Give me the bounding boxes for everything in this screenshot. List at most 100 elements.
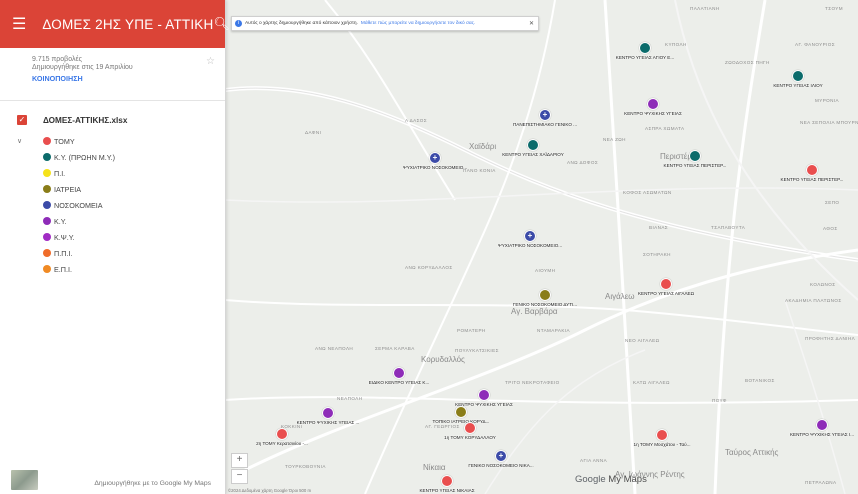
creator-notice: i Αυτός ο χάρτης δημιουργήθηκε από κάποι… <box>231 16 539 31</box>
map-marker-icon[interactable] <box>455 406 467 418</box>
legend-color-icon <box>43 169 51 177</box>
marker-label[interactable]: ΚΕΝΤΡΟ ΥΓΕΙΑΣ ΑΙΓΑΛΕΩ <box>638 291 694 296</box>
legend-color-icon <box>43 249 51 257</box>
marker-label[interactable]: ΚΕΝΤΡΟ ΨΥΧΙΚΗΣ ΥΓΕΙΑΣ ... <box>297 420 360 425</box>
marker-label[interactable]: ΓΕΝΙΚΟ ΝΟΣΟΚΟΜΕΙΟ ΝΙΚΑ... <box>468 463 533 468</box>
marker-label[interactable]: ΕΙΔΙΚΟ ΚΕΝΤΡΟ ΥΓΕΙΑΣ Κ... <box>369 380 430 385</box>
map-canvas[interactable]: ΧΡΥΣΟΥΠΟΛΗΠΑΛΑΤΙΑΝΗΤΣΟΥΜΚΥΠΟΛΗΑΓ. ΦΑΝΟΥΡ… <box>225 0 858 494</box>
place-label: ΣΕΡΜΑ ΚΑΡΑΒΑ <box>375 346 415 351</box>
map-marker-icon[interactable] <box>276 428 288 440</box>
marker-label[interactable]: ΚΕΝΤΡΟ ΥΓΕΙΑΣ ΠΕΡΙΣΤΕΡ... <box>781 177 844 182</box>
legend-label: Κ.Ψ.Υ. <box>54 232 75 242</box>
search-icon[interactable]: 🔍︎ <box>213 16 230 32</box>
legend-color-icon <box>43 201 51 209</box>
marker-label[interactable]: ΚΕΝΤΡΟ ΥΓΕΙΑΣ ΠΕΡΙΣΤΕΡ... <box>664 163 727 168</box>
legend-label: ΤΟΜΥ <box>54 136 75 146</box>
footer-text: Δημιουργήθηκε με το Google My Maps <box>94 480 211 487</box>
marker-label[interactable]: ΚΕΝΤΡΟ ΥΓΕΙΑΣ ΧΑΪΔΑΡΙΟΥ <box>502 152 564 157</box>
share-button[interactable]: ΚΟΙΝΟΠΟΙΗΣΗ <box>32 74 215 83</box>
zoom-out-button[interactable]: − <box>231 469 248 484</box>
marker-label[interactable]: ΠΑΝΕΠΙΣΤΗΜΙΑΚΟ ΓΕΝΙΚΟ ... <box>513 122 577 127</box>
area-label: Νίκαια <box>423 463 446 472</box>
place-label: ΠΟΥΦ <box>712 398 727 403</box>
map-marker-icon[interactable] <box>689 150 701 162</box>
place-label: ΑΝΩ ΝΕΑΠΟΛΗ <box>315 346 354 351</box>
map-marker-icon[interactable] <box>478 389 490 401</box>
map-attribution[interactable]: ©2024 Δεδομένα χάρτη Google Όροι 500 m <box>228 488 311 493</box>
place-label: ΠΕΤΡΑΛΩΝΑ <box>805 480 837 485</box>
zoom-in-button[interactable]: + <box>231 453 248 468</box>
basemap-thumbnail[interactable] <box>11 470 38 490</box>
place-label: ΒΟΤΑΝΙΚΟΣ <box>745 378 775 383</box>
legend-item[interactable]: Π.Π.Ι. <box>0 245 225 261</box>
legend-item[interactable]: Κ.Ψ.Υ. <box>0 229 225 245</box>
more-vert-icon[interactable]: ⋮ <box>240 16 253 32</box>
map-marker-icon[interactable] <box>527 139 539 151</box>
area-label: Ταύρος Αττικής <box>725 448 779 457</box>
hospital-marker-icon[interactable]: + <box>539 109 551 121</box>
legend-item[interactable]: ∨ ΤΟΜΥ <box>0 133 225 149</box>
hospital-marker-icon[interactable]: + <box>429 152 441 164</box>
hospital-marker-icon[interactable]: + <box>524 230 536 242</box>
marker-label[interactable]: ΤΟΠΙΚΟ ΙΑΤΡΕΙΟ ΚΟΡΥΔ... <box>433 419 490 424</box>
marker-label[interactable]: 1η ΤΟΜΥ Μοσχάτου - Ταύ... <box>634 442 691 447</box>
map-marker-icon[interactable] <box>639 42 651 54</box>
marker-label[interactable]: 1η ΤΟΜΥ ΚΟΡΥΔΑΛΛΟΥ <box>444 435 496 440</box>
place-label: ΜΥΡΟΝΙΑ <box>815 98 839 103</box>
place-label: ΣΕΠΟ <box>825 200 840 205</box>
map-marker-icon[interactable] <box>647 98 659 110</box>
area-label: Κορυδαλλός <box>421 355 465 364</box>
place-label: ΠΑΝΟ ΚΟΝΙΑ <box>463 168 496 173</box>
map-marker-icon[interactable] <box>656 429 668 441</box>
map-marker-icon[interactable] <box>393 367 405 379</box>
place-label: ΑΣΠΡΑ ΧΩΜΑΤΑ <box>645 126 685 131</box>
marker-label[interactable]: ΨΥΧΙΑΤΡΙΚΟ ΝΟΣΟΚΟΜΕΙΟ... <box>498 243 562 248</box>
place-label: ΝΤΑΜΑΡΑΚΙΑ <box>537 328 570 333</box>
notice-link[interactable]: Μάθετε πώς μπορείτε να δημιουργήσετε τον… <box>361 21 475 26</box>
map-marker-icon[interactable] <box>816 419 828 431</box>
place-label: ΚΟΛΩΝΟΣ <box>810 282 836 287</box>
marker-label[interactable]: 2η ΤΟΜΥ Κερατσινίου -... <box>256 441 308 446</box>
legend-item[interactable]: Κ.Υ. (ΠΡΩΗΝ Μ.Υ.) <box>0 149 225 165</box>
legend-item[interactable]: ΝΟΣΟΚΟΜΕΙΑ <box>0 197 225 213</box>
place-label: ΑΚΑΔΗΜΙΑ ΠΛΑΤΩΝΟΣ <box>785 298 842 303</box>
map-marker-icon[interactable] <box>660 278 672 290</box>
marker-label[interactable]: ΚΕΝΤΡΟ ΥΓΕΙΑΣ ΑΓΙΟΥ Ε... <box>616 55 674 60</box>
legend-item[interactable]: Π.Ι. <box>0 165 225 181</box>
view-count: 9.715 προβολές <box>32 56 82 63</box>
area-label: Αιγάλεω <box>605 292 635 301</box>
place-label: ΡΟΜΑΤΕΡΗ <box>457 328 486 333</box>
close-icon[interactable]: ✕ <box>529 20 534 27</box>
marker-label[interactable]: ΚΕΝΤΡΟ ΨΥΧΙΚΗΣ ΥΓΕΙΑΣ <box>624 111 682 116</box>
menu-icon[interactable]: ☰ <box>12 14 26 34</box>
layer-panel: ✓ ΔΟΜΕΣ-ΑΤΤΙΚΗΣ.xlsx ∨ ΤΟΜΥ Κ.Υ. (ΠΡΩΗΝ Μ.… <box>0 101 225 277</box>
marker-label[interactable]: ΚΕΝΤΡΟ ΥΓΕΙΑΣ ΙΛΙΟΥ <box>773 83 822 88</box>
legend-label: Π.Ι. <box>54 168 66 178</box>
map-marker-icon[interactable] <box>792 70 804 82</box>
hospital-marker-icon[interactable]: + <box>495 450 507 462</box>
legend-item[interactable]: ΙΑΤΡΕΙΑ <box>0 181 225 197</box>
place-label: ΠΑΛΑΤΙΑΝΗ <box>690 6 720 11</box>
marker-label[interactable]: ΨΥΧΙΑΤΡΙΚΟ ΝΟΣΟΚΟΜΕΙΟ... <box>403 165 467 170</box>
star-icon[interactable]: ☆ <box>206 56 215 67</box>
legend-item[interactable]: Ε.Π.Ι. <box>0 261 225 277</box>
place-label: ΑΙΟΥΜΗ <box>535 268 556 273</box>
map-marker-icon[interactable] <box>322 407 334 419</box>
legend-label: ΙΑΤΡΕΙΑ <box>54 184 82 194</box>
legend-color-icon <box>43 137 51 145</box>
legend-item[interactable]: Κ.Υ. <box>0 213 225 229</box>
place-label: Α ΔΑΣΟΣ <box>405 118 428 123</box>
marker-label[interactable]: ΓΕΝΙΚΟ ΝΟΣΟΚΟΜΕΙΟ ΔΥΤΙ... <box>513 302 577 307</box>
map-marker-icon[interactable] <box>464 422 476 434</box>
legend-color-icon <box>43 217 51 225</box>
marker-label[interactable]: ΚΕΝΤΡΟ ΨΥΧΙΚΗΣ ΥΓΕΙΑΣ Ι... <box>790 432 854 437</box>
legend-label: Π.Π.Ι. <box>54 248 73 258</box>
layer-checkbox[interactable]: ✓ <box>17 115 27 125</box>
map-marker-icon[interactable] <box>539 289 551 301</box>
map-marker-icon[interactable] <box>441 475 453 487</box>
place-label: ΤΟΥΡΚΟΒΟΥΝΙΑ <box>285 464 326 469</box>
map-marker-icon[interactable] <box>806 164 818 176</box>
place-label: ΤΡΙΤΟ ΝΕΚΡΟΤΑΦΕΙΟ <box>505 380 560 385</box>
chevron-down-icon[interactable]: ∨ <box>17 137 27 145</box>
marker-label[interactable]: ΚΕΝΤΡΟ ΥΓΕΙΑΣ ΝΙΚΑΙΑΣ <box>419 488 474 493</box>
